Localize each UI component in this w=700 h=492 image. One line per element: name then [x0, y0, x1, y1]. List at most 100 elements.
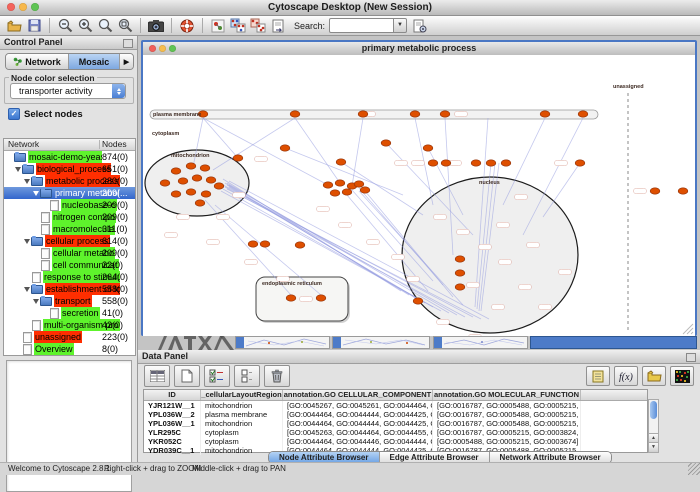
tree-row-node-count: 223(0): [102, 331, 134, 343]
table-row[interactable]: YPL036W__2plasma membrane[GO:0044464, GO…: [144, 410, 647, 419]
tree-row[interactable]: Overview8(0): [4, 343, 135, 355]
node-color-dropdown[interactable]: transporter activity: [10, 83, 126, 99]
tree-row[interactable]: transport558(0): [4, 295, 135, 307]
scrollbar-thumb[interactable]: [650, 401, 657, 419]
search-input[interactable]: [330, 24, 392, 35]
tree-row[interactable]: cellular metabo209(0): [4, 247, 135, 259]
tree-row[interactable]: unassigned223(0): [4, 331, 135, 343]
data-panel-toolbar: f(x): [138, 364, 700, 388]
node-color-selection-label: Node color selection: [9, 73, 97, 83]
network-tree-header[interactable]: Network Nodes: [4, 139, 135, 151]
table-scrollbar[interactable]: ▲ ▼: [648, 399, 659, 453]
tab-network[interactable]: Network: [6, 54, 69, 69]
tree-row[interactable]: response to stimulu264(0): [4, 271, 135, 283]
expander-triangle-icon[interactable]: [24, 287, 30, 292]
minimized-network-window[interactable]: [332, 336, 430, 349]
new-attribute-button[interactable]: [174, 365, 200, 387]
attribute-matrix-button[interactable]: [670, 366, 694, 386]
tree-row[interactable]: multi-organism pro42(0): [4, 319, 135, 331]
help-button[interactable]: [178, 17, 196, 34]
background-window-content[interactable]: [156, 336, 234, 350]
table-cell: YDR039C__1: [144, 446, 201, 455]
tab-overflow-button[interactable]: ▶: [120, 54, 133, 69]
attribute-table-button[interactable]: [144, 365, 170, 387]
network-desktop: primary metabolic process plasma membran…: [138, 36, 700, 350]
window-resize-grip[interactable]: [688, 463, 700, 475]
column-header[interactable]: annotation.GO CELLULAR_COMPONENT: [283, 390, 433, 400]
scroll-down-arrow[interactable]: ▼: [649, 442, 658, 452]
tree-row[interactable]: biological_process651(0): [4, 163, 135, 175]
frame-titlebar[interactable]: primary metabolic process: [143, 42, 695, 56]
frame-zoom-button[interactable]: [169, 45, 176, 52]
column-header[interactable]: ID: [144, 390, 201, 400]
tree-row-node-count: 41(0): [102, 307, 134, 319]
open-session-button[interactable]: [5, 17, 23, 34]
expander-triangle-icon[interactable]: [33, 299, 39, 304]
chevron-right-icon: ▶: [124, 58, 129, 66]
zoom-out-button[interactable]: [56, 17, 74, 34]
zoom-fit-button[interactable]: [116, 17, 134, 34]
tree-row[interactable]: cellular process614(0): [4, 235, 135, 247]
tab-mosaic[interactable]: Mosaic: [69, 54, 120, 69]
save-session-button[interactable]: [25, 17, 43, 34]
frame-minimize-button[interactable]: [159, 45, 166, 52]
table-row[interactable]: YPL036W__1mitochondrion[GO:0044464, GO:0…: [144, 419, 647, 428]
tree-row[interactable]: metabolic process280(0): [4, 175, 135, 187]
float-panel-icon[interactable]: [123, 39, 133, 48]
search-dropdown-arrow[interactable]: ▼: [393, 18, 407, 33]
control-panel-title: Control Panel: [4, 37, 63, 47]
expander-triangle-icon[interactable]: [15, 167, 21, 172]
tree-row[interactable]: cell communicat22(0): [4, 259, 135, 271]
table-row[interactable]: YJR121W__1mitochondrion[GO:0045267, GO:0…: [144, 401, 647, 410]
merge-networks-button[interactable]: [229, 17, 247, 34]
tree-row[interactable]: macromolecule311(0): [4, 223, 135, 235]
function-builder-button[interactable]: f(x): [614, 366, 638, 386]
select-nodes-checkbox[interactable]: ✓: [8, 108, 20, 120]
column-header[interactable]: [581, 390, 647, 400]
window-title: Cytoscape Desktop (New Session): [0, 0, 700, 15]
control-panel: Control Panel Network Mosaic ▶ Node colo…: [0, 36, 138, 462]
vizmapper-button[interactable]: [209, 17, 227, 34]
network-tab-icon: [13, 57, 22, 66]
delete-attribute-button[interactable]: [264, 365, 290, 387]
network-overlay-b-icon: [250, 18, 266, 33]
tree-row[interactable]: mosaic-demo-yeast874(0): [4, 151, 135, 163]
expander-triangle-icon[interactable]: [24, 239, 30, 244]
zoom-window-button[interactable]: [31, 3, 39, 11]
network-canvas[interactable]: plasma membranecytoplasmmitochondrionnuc…: [143, 55, 695, 336]
unselect-attributes-button[interactable]: [234, 365, 260, 387]
tab-network-label: Network: [25, 57, 61, 67]
attribute-editor-button[interactable]: [586, 366, 610, 386]
minimize-window-button[interactable]: [19, 3, 27, 11]
tree-row[interactable]: establishment of lo558(0): [4, 283, 135, 295]
filter-network-button[interactable]: [249, 17, 267, 34]
tree-row[interactable]: nitrogen compo209(0): [4, 211, 135, 223]
import-network-button[interactable]: [269, 17, 287, 34]
close-window-button[interactable]: [7, 3, 15, 11]
tree-row[interactable]: primary metabol209(...: [4, 187, 135, 199]
zoom-in-button[interactable]: [76, 17, 94, 34]
table-row[interactable]: YKR052Ccytoplasm[GO:0044464, GO:0044446,…: [144, 437, 647, 446]
status-hint-pan: Middle-click + drag to PAN: [192, 464, 286, 473]
minimized-network-window[interactable]: [433, 336, 528, 349]
float-panel-icon[interactable]: [686, 353, 696, 362]
expander-triangle-icon[interactable]: [24, 179, 30, 184]
table-row[interactable]: YLR295Ccytoplasm[GO:0045263, GO:0044464,…: [144, 428, 647, 437]
attribute-table-header[interactable]: ID_cellularLayoutRegionannotation.GO CEL…: [144, 390, 647, 401]
import-attributes-button[interactable]: [642, 366, 666, 386]
tree-row-node-count: 8(0): [102, 343, 134, 355]
tree-row[interactable]: nucleobase-c209(0): [4, 199, 135, 211]
column-header[interactable]: annotation.GO MOLECULAR_FUNCTION: [433, 390, 581, 400]
column-header[interactable]: _cellularLayoutRegion: [201, 390, 283, 400]
search-box[interactable]: ▼: [329, 18, 395, 33]
minimized-network-window[interactable]: [235, 336, 330, 349]
tree-row[interactable]: secretion41(0): [4, 307, 135, 319]
table-cell: YPL036W__2: [144, 410, 201, 419]
magnifier-selected-icon: [98, 18, 113, 33]
frame-close-button[interactable]: [149, 45, 156, 52]
snapshot-button[interactable]: [147, 17, 165, 34]
zoom-selected-button[interactable]: [96, 17, 114, 34]
search-options-button[interactable]: [411, 17, 429, 34]
expander-triangle-icon[interactable]: [33, 191, 39, 196]
select-attributes-button[interactable]: [204, 365, 230, 387]
